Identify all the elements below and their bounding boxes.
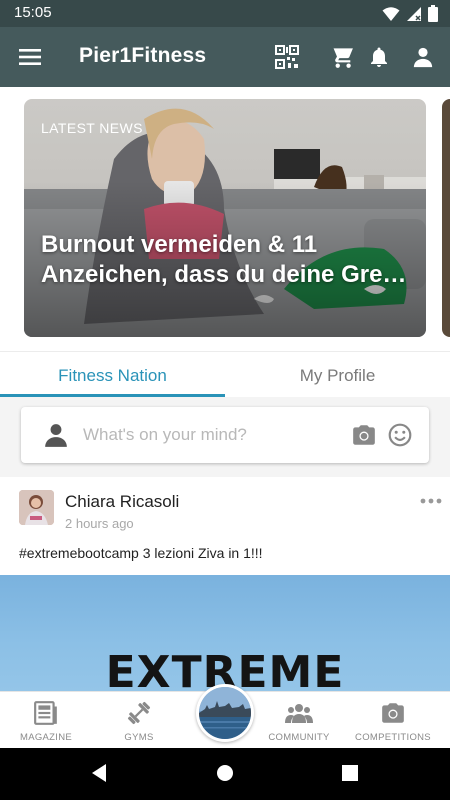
news-carousel[interactable]: LATEST NEWS Burnout vermeiden & 11 Anzei… — [0, 87, 450, 351]
post-text: #extremebootcamp 3 lezioni Ziva in 1!!! — [19, 545, 263, 561]
feed[interactable]: What's on your mind? Chiara Ricasoli 2 h… — [0, 397, 450, 691]
recents-icon[interactable] — [341, 762, 359, 784]
nav-gyms-label: GYMS — [124, 732, 154, 743]
nav-magazine[interactable]: MAGAZINE — [1, 692, 91, 749]
nav-community-label: COMMUNITY — [268, 732, 330, 743]
system-nav-bar — [0, 748, 450, 800]
hamburger-menu-icon[interactable] — [18, 45, 44, 69]
bell-icon[interactable] — [364, 42, 394, 72]
nav-competitions-label: COMPETITIONS — [355, 732, 431, 743]
signal-icon — [407, 6, 421, 21]
app-bar: Pier1Fitness — [0, 27, 450, 87]
post-image[interactable]: EXTREME — [0, 575, 450, 691]
city-logo-icon — [199, 687, 251, 739]
dumbbell-icon — [127, 701, 151, 725]
magazine-icon — [34, 701, 57, 725]
news-card[interactable]: LATEST NEWS Burnout vermeiden & 11 Anzei… — [24, 99, 426, 337]
app-title: Pier1Fitness — [79, 44, 207, 67]
feed-post: Chiara Ricasoli 2 hours ago #extremeboot… — [0, 477, 450, 691]
status-bar: 15:05 — [0, 0, 450, 27]
composer-placeholder: What's on your mind? — [83, 425, 247, 444]
community-icon — [285, 704, 313, 723]
user-icon — [45, 424, 67, 447]
home-icon[interactable] — [216, 762, 234, 784]
next-news-card[interactable] — [442, 99, 450, 337]
camera-icon[interactable] — [351, 422, 377, 448]
tab-fitness-nation[interactable]: Fitness Nation — [0, 352, 225, 397]
more-options-icon[interactable] — [420, 497, 442, 505]
battery-icon — [428, 5, 438, 22]
post-author[interactable]: Chiara Ricasoli — [65, 492, 179, 512]
avatar[interactable] — [19, 490, 54, 525]
post-composer[interactable]: What's on your mind? — [21, 407, 429, 463]
system-icons — [382, 5, 438, 22]
tab-bar: Fitness Nation My Profile — [0, 351, 450, 397]
camera-icon — [382, 703, 404, 723]
nav-magazine-label: MAGAZINE — [19, 732, 72, 743]
back-icon[interactable] — [90, 762, 108, 784]
qr-code-icon[interactable] — [272, 42, 302, 72]
news-label: LATEST NEWS — [41, 120, 143, 136]
emoji-icon[interactable] — [387, 422, 413, 448]
nav-gyms[interactable]: GYMS — [94, 692, 184, 749]
nav-community[interactable]: COMMUNITY — [254, 692, 344, 749]
profile-icon[interactable] — [408, 42, 438, 72]
status-time: 15:05 — [14, 4, 52, 21]
post-timestamp: 2 hours ago — [65, 516, 134, 531]
news-headline: Burnout vermeiden & 11 Anzeichen, dass d… — [41, 231, 407, 288]
tab-my-profile[interactable]: My Profile — [225, 352, 450, 397]
cart-icon[interactable] — [326, 42, 356, 72]
center-home-button[interactable] — [196, 684, 254, 742]
wifi-icon — [382, 6, 400, 21]
nav-competitions[interactable]: COMPETITIONS — [348, 692, 438, 749]
